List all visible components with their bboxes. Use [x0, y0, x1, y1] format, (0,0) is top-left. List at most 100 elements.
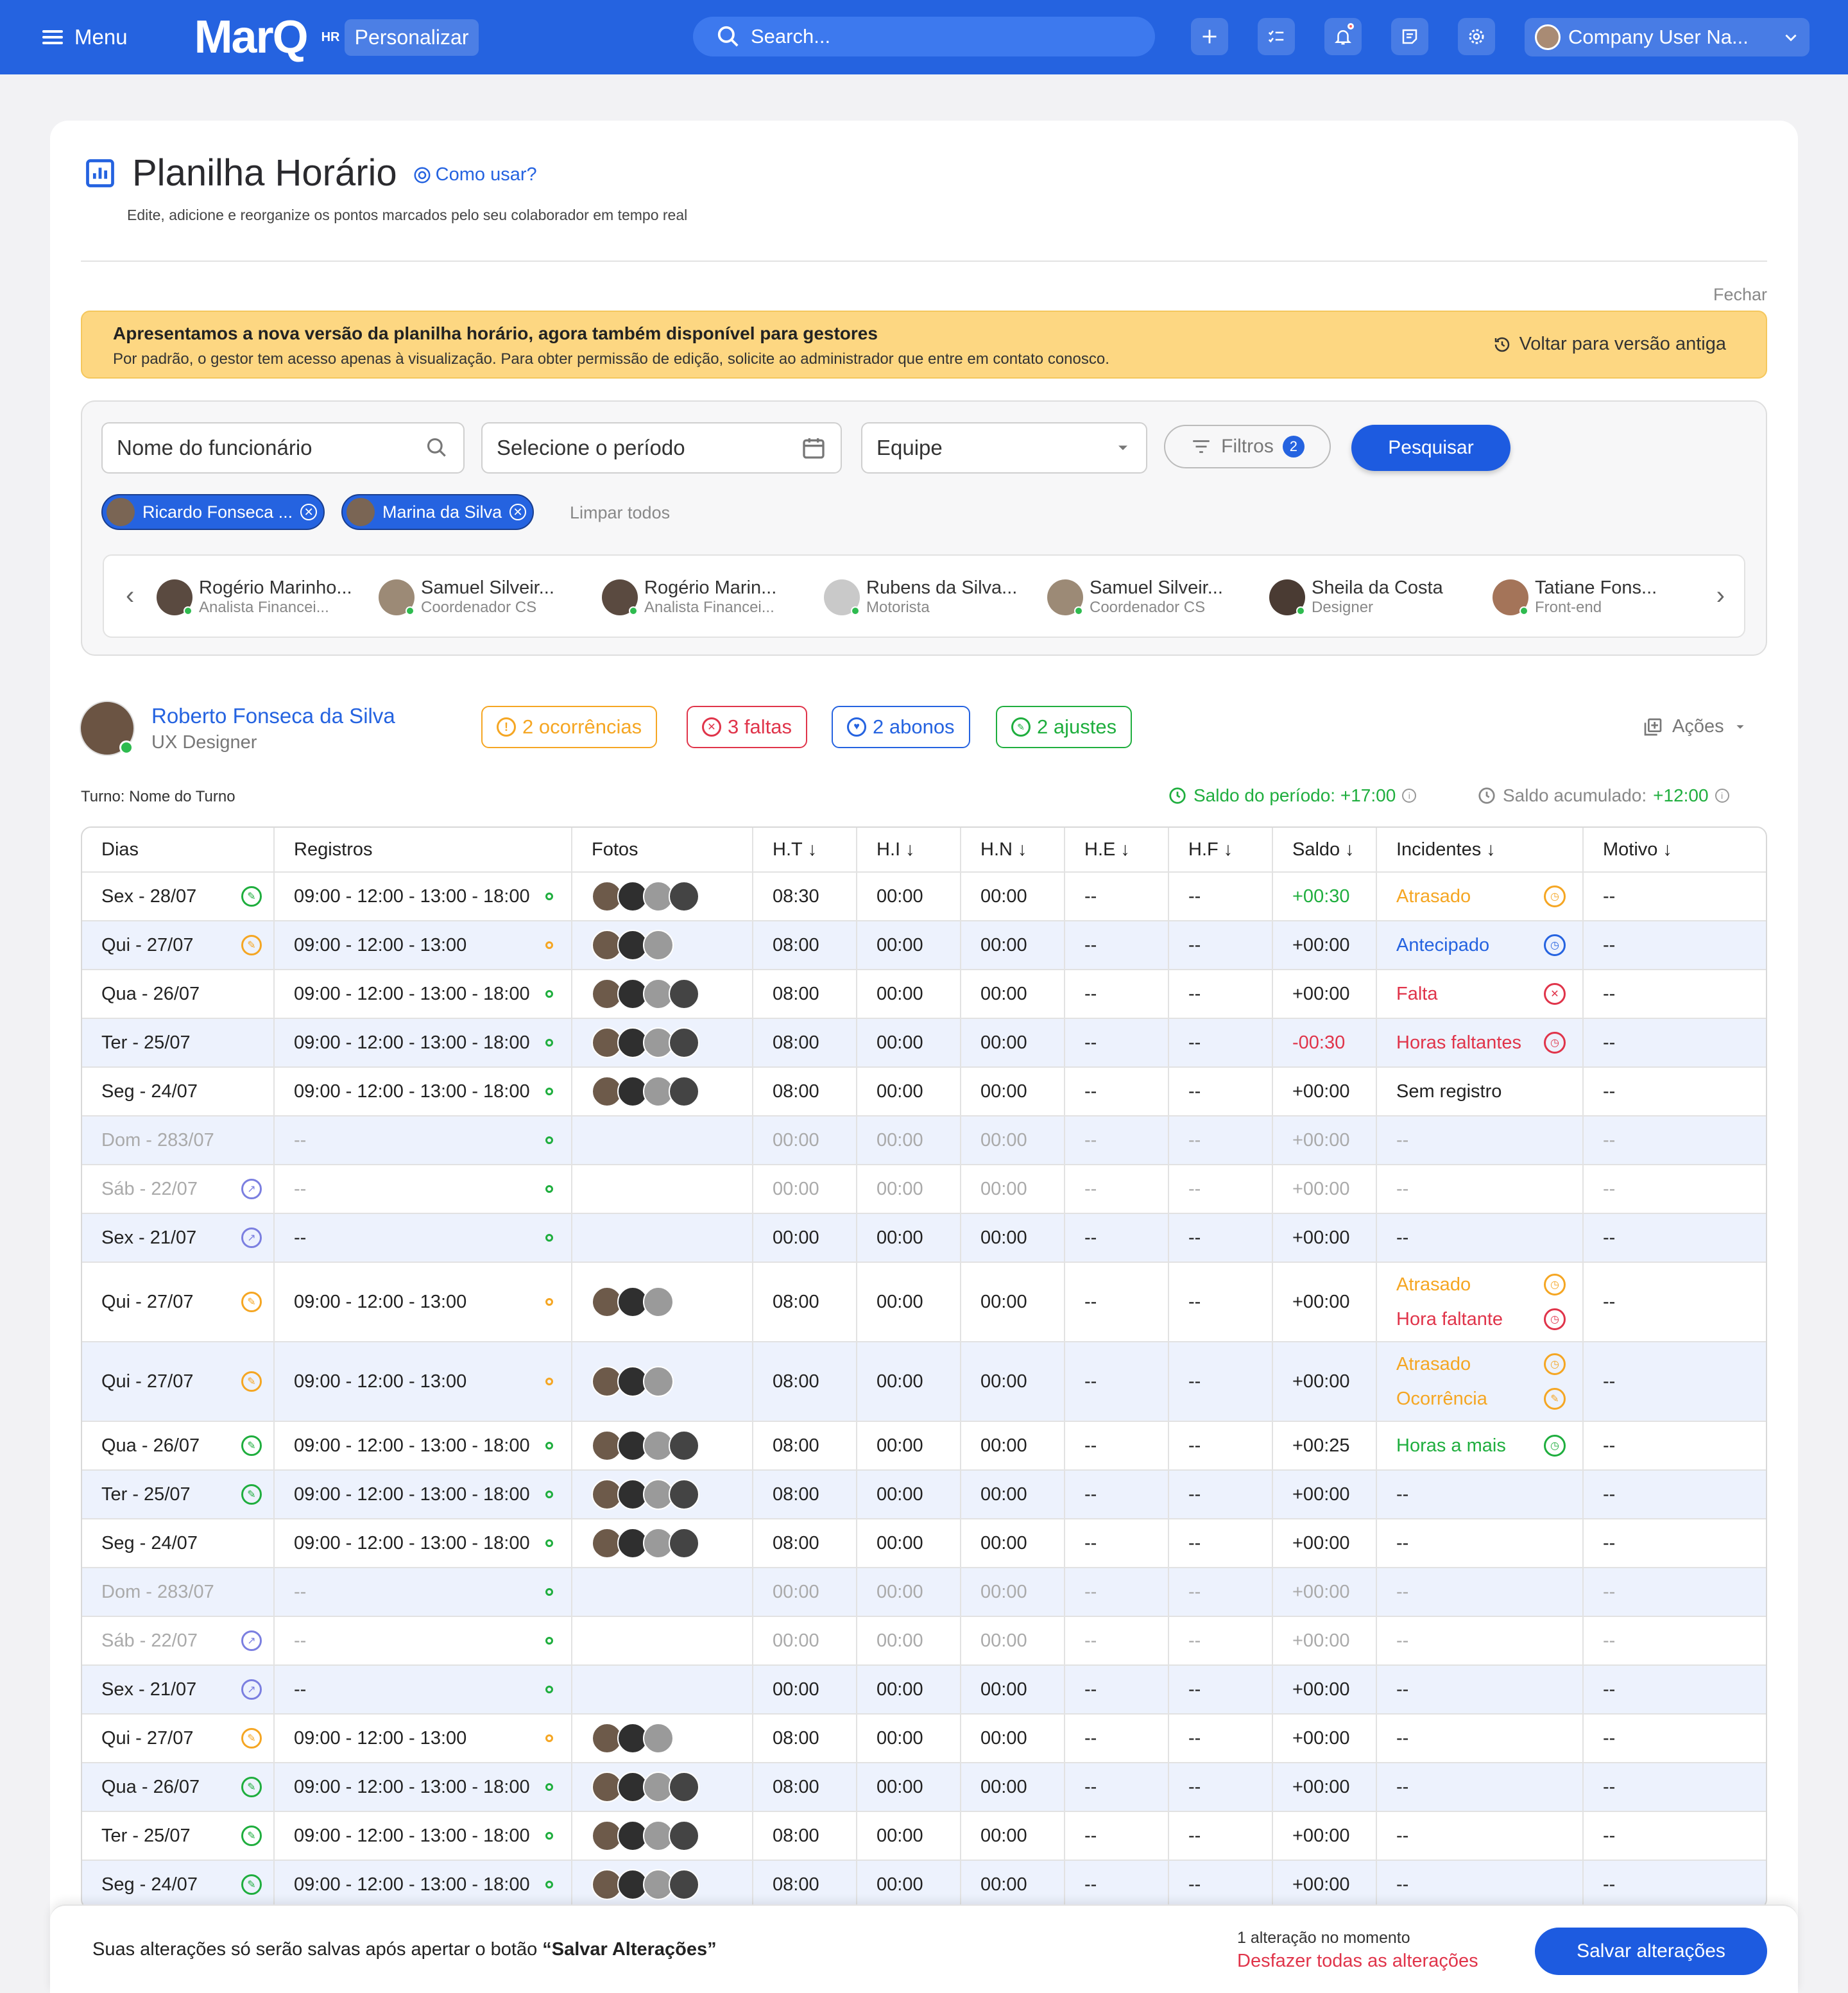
carousel-employee[interactable]: Rogério Marinho... Analista Financei... [157, 577, 352, 617]
photos-cell[interactable] [571, 1263, 752, 1341]
records-cell[interactable]: 09:00 - 12:00 - 13:00 - 18:00 [273, 1471, 571, 1518]
records-cell[interactable]: 09:00 - 12:00 - 13:00 [273, 921, 571, 969]
employee-name-link[interactable]: Roberto Fonseca da Silva [151, 704, 395, 728]
photos-cell[interactable] [571, 1666, 752, 1713]
remove-chip-icon[interactable]: ✕ [509, 504, 527, 520]
records-cell[interactable]: -- [273, 1568, 571, 1616]
records-cell[interactable]: 09:00 - 12:00 - 13:00 - 18:00 [273, 1812, 571, 1860]
column-header[interactable]: H.T ↓ [752, 828, 856, 871]
table-row[interactable]: Sex - 21/07 ↗ -- 00:00 00:00 00:00 -- -- +00:00 -… [82, 1213, 1766, 1262]
old-version-link[interactable]: Voltar para versão antiga [1493, 334, 1726, 355]
records-cell[interactable]: 09:00 - 12:00 - 13:00 - 18:00 [273, 1861, 571, 1908]
photo-thumbnail[interactable] [669, 979, 699, 1009]
employee-name-input[interactable]: Nome do funcionário [101, 422, 465, 474]
table-row[interactable]: Dom - 283/07 -- 00:00 00:00 00:00 -- -- +00:00 -… [82, 1567, 1766, 1616]
photos-cell[interactable] [571, 1019, 752, 1066]
table-row[interactable]: Qui - 27/07 ✎ 09:00 - 12:00 - 13:00 08:00 00… [82, 1341, 1766, 1421]
photos-cell[interactable] [571, 873, 752, 920]
table-row[interactable]: Dom - 283/07 -- 00:00 00:00 00:00 -- -- +00:00 -… [82, 1115, 1766, 1164]
records-cell[interactable]: 09:00 - 12:00 - 13:00 - 18:00 [273, 1019, 571, 1066]
how-to-link[interactable]: Como usar? [413, 164, 537, 185]
chevron-left-icon[interactable]: ‹ [126, 581, 134, 610]
info-icon[interactable]: i [1402, 789, 1417, 803]
chevron-right-icon[interactable]: › [1716, 581, 1725, 610]
table-row[interactable]: Ter - 25/07 ✎ 09:00 - 12:00 - 13:00 - 18:0… [82, 1811, 1766, 1860]
column-header[interactable]: Motivo ↓ [1582, 828, 1766, 871]
undo-all-link[interactable]: Desfazer todas as alterações [1237, 1951, 1478, 1972]
wrench-icon[interactable]: ✎ [241, 1874, 262, 1895]
company-user-menu[interactable]: Company User Na... [1525, 18, 1810, 56]
external-adjust-icon[interactable]: ↗ [241, 1227, 262, 1248]
external-adjust-icon[interactable]: ↗ [241, 1630, 262, 1651]
save-button[interactable]: Salvar alterações [1535, 1928, 1767, 1975]
column-header[interactable]: H.E ↓ [1064, 828, 1168, 871]
photo-thumbnail[interactable] [669, 1076, 699, 1107]
logo[interactable]: MarQ HR [194, 11, 340, 64]
wrench-icon[interactable]: ✎ [241, 1777, 262, 1797]
photos-cell[interactable] [571, 1812, 752, 1860]
filters-button[interactable]: Filtros 2 [1164, 425, 1331, 468]
column-header[interactable]: H.I ↓ [856, 828, 960, 871]
gear-icon[interactable] [1458, 18, 1495, 55]
column-header[interactable]: Incidentes ↓ [1376, 828, 1582, 871]
photo-thumbnail[interactable] [669, 1869, 699, 1900]
photos-cell[interactable] [571, 1715, 752, 1762]
records-cell[interactable]: 09:00 - 12:00 - 13:00 - 18:00 [273, 1763, 571, 1811]
search-input[interactable]: Search... [693, 17, 1155, 56]
column-header[interactable]: H.F ↓ [1168, 828, 1272, 871]
carousel-employee[interactable]: Tatiane Fons... Front-end [1493, 577, 1657, 617]
table-row[interactable]: Qui - 27/07 ✎ 09:00 - 12:00 - 13:00 08:00 00… [82, 1713, 1766, 1762]
bell-icon[interactable] [1324, 18, 1362, 55]
photo-thumbnail[interactable] [669, 1479, 699, 1510]
column-header[interactable]: H.N ↓ [960, 828, 1064, 871]
table-row[interactable]: Seg - 24/07 09:00 - 12:00 - 13:00 - 18:00… [82, 1066, 1766, 1115]
photos-cell[interactable] [571, 1568, 752, 1616]
records-cell[interactable]: 09:00 - 12:00 - 13:00 - 18:00 [273, 873, 571, 920]
records-cell[interactable]: 09:00 - 12:00 - 13:00 - 18:00 [273, 1422, 571, 1469]
remove-chip-icon[interactable]: ✕ [300, 504, 318, 520]
records-cell[interactable]: 09:00 - 12:00 - 13:00 [273, 1715, 571, 1762]
records-cell[interactable]: 09:00 - 12:00 - 13:00 [273, 1263, 571, 1341]
table-row[interactable]: Qui - 27/07 ✎ 09:00 - 12:00 - 13:00 08:00 00… [82, 920, 1766, 969]
carousel-employee[interactable]: Samuel Silveir... Coordenador CS [379, 577, 554, 617]
chip-employee-2[interactable]: Marina da Silva ✕ [341, 494, 535, 530]
personalize-button[interactable]: Personalizar [344, 19, 479, 56]
carousel-employee[interactable]: Sheila da Costa Designer [1269, 577, 1443, 617]
photos-cell[interactable] [571, 1617, 752, 1664]
records-cell[interactable]: -- [273, 1666, 571, 1713]
table-row[interactable]: Sáb - 22/07 ↗ -- 00:00 00:00 00:00 -- -- +00:00 -… [82, 1616, 1766, 1664]
carousel-employee[interactable]: Rogério Marin... Analista Financei... [602, 577, 776, 617]
checklist-icon[interactable] [1258, 18, 1295, 55]
menu-button[interactable]: Menu [42, 25, 128, 49]
period-input[interactable]: Selecione o período [481, 422, 842, 474]
table-row[interactable]: Qua - 26/07 09:00 - 12:00 - 13:00 - 18:00… [82, 969, 1766, 1018]
photos-cell[interactable] [571, 1068, 752, 1115]
wrench-icon[interactable]: ✎ [241, 1826, 262, 1846]
photo-thumbnail[interactable] [643, 1287, 674, 1317]
close-banner-link[interactable]: Fechar [1713, 285, 1767, 305]
records-cell[interactable]: -- [273, 1165, 571, 1213]
wrench-icon[interactable]: ✎ [241, 1371, 262, 1392]
photos-cell[interactable] [571, 1519, 752, 1567]
table-row[interactable]: Sex - 28/07 ✎ 09:00 - 12:00 - 13:00 - 18:0… [82, 871, 1766, 920]
records-cell[interactable]: 09:00 - 12:00 - 13:00 [273, 1342, 571, 1421]
photo-thumbnail[interactable] [643, 1723, 674, 1754]
table-row[interactable]: Seg - 24/07 09:00 - 12:00 - 13:00 - 18:00… [82, 1518, 1766, 1567]
team-select[interactable]: Equipe [861, 422, 1147, 474]
absences-badge[interactable]: ✕ 3 faltas [687, 706, 807, 748]
wrench-icon[interactable]: ✎ [241, 886, 262, 907]
photos-cell[interactable] [571, 1422, 752, 1469]
column-header[interactable]: Saldo ↓ [1272, 828, 1376, 871]
table-row[interactable]: Sáb - 22/07 ↗ -- 00:00 00:00 00:00 -- -- +00:00 -… [82, 1164, 1766, 1213]
records-cell[interactable]: 09:00 - 12:00 - 13:00 - 18:00 [273, 1519, 571, 1567]
photos-cell[interactable] [571, 1214, 752, 1262]
records-cell[interactable]: -- [273, 1214, 571, 1262]
photo-thumbnail[interactable] [669, 1820, 699, 1851]
records-cell[interactable]: -- [273, 1116, 571, 1164]
wrench-icon[interactable]: ✎ [241, 935, 262, 955]
external-adjust-icon[interactable]: ↗ [241, 1179, 262, 1199]
chip-employee-1[interactable]: Ricardo Fonseca ... ✕ [101, 494, 325, 530]
carousel-employee[interactable]: Samuel Silveir... Coordenador CS [1047, 577, 1223, 617]
search-button[interactable]: Pesquisar [1351, 425, 1510, 471]
adjustments-badge[interactable]: ✎ 2 ajustes [996, 706, 1133, 748]
